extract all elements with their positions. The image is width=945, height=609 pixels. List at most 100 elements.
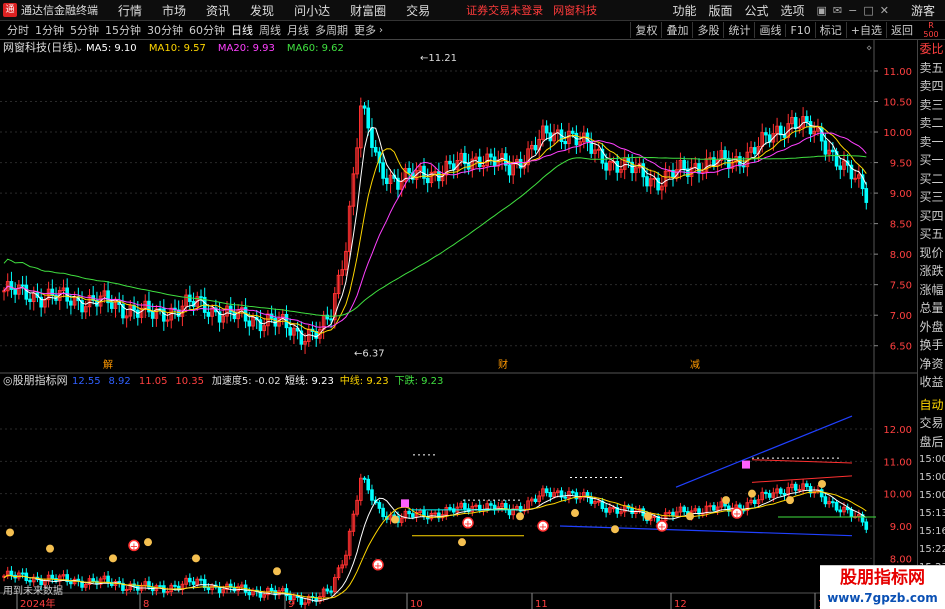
app-logo-icon: 通 — [3, 3, 17, 17]
side-item-4[interactable]: 卖二 — [918, 114, 945, 133]
side-item-9[interactable]: 买四 — [918, 207, 945, 226]
hand-signal-icon — [192, 554, 200, 563]
tool-duogu[interactable]: 多股 — [692, 22, 723, 38]
tool-fanhui[interactable]: 返回 — [886, 22, 917, 38]
tool-zixuan[interactable]: +自选 — [845, 22, 886, 38]
candle-body — [13, 288, 17, 295]
chevron-right-icon[interactable]: › — [379, 25, 383, 36]
indicator-value-1: 8.92 — [109, 376, 131, 387]
period-tab-weekly[interactable]: 周线 — [256, 22, 284, 38]
candle-body — [533, 144, 538, 151]
candle-body — [381, 162, 385, 179]
menu-zixun[interactable]: 资讯 — [206, 2, 230, 19]
period-tab-15min[interactable]: 15分钟 — [102, 22, 144, 38]
buy-signal-glyph: + — [130, 541, 138, 552]
close-icon[interactable]: ✕ — [880, 4, 889, 17]
minimize-icon[interactable]: − — [848, 4, 857, 17]
tool-tongji[interactable]: 统计 — [723, 22, 754, 38]
side-item-0[interactable]: 委比 — [918, 40, 945, 59]
menu-hangqing[interactable]: 行情 — [118, 2, 142, 19]
side-item-5[interactable]: 卖一 — [918, 133, 945, 152]
ma-legend-1: MA10: 9.57 — [149, 43, 206, 54]
candle-body — [570, 130, 575, 134]
side-item-2[interactable]: 卖四 — [918, 77, 945, 96]
ind-candle-body — [407, 510, 411, 515]
ind-candle-body — [173, 584, 177, 587]
indicator-value-3: 10.35 — [175, 376, 204, 387]
side-bottom-1[interactable]: 交易 — [918, 414, 945, 433]
candle-body — [793, 116, 798, 129]
trading-terminal-window: 通 通达信金融终端 行情 市场 资讯 发现 问小达 财富圈 交易 证券交易未登录… — [0, 0, 945, 609]
ind-candle-body — [411, 513, 415, 518]
trade-time-5: 15:22 — [919, 544, 945, 555]
period-tab-fenshi[interactable]: 分时 — [4, 22, 32, 38]
menu-gongneng[interactable]: 功能 — [672, 2, 696, 19]
side-item-1[interactable]: 卖五 — [918, 59, 945, 78]
period-tab-60min[interactable]: 60分钟 — [186, 22, 228, 38]
side-item-7[interactable]: 买二 — [918, 170, 945, 189]
candle-body — [831, 149, 835, 153]
period-tab-monthly[interactable]: 月线 — [284, 22, 312, 38]
ind-candle-body — [797, 488, 802, 491]
hand-signal-icon — [516, 512, 524, 521]
login-warning[interactable]: 证券交易未登录 — [466, 2, 543, 18]
side-item-17[interactable]: 净资 — [918, 355, 945, 374]
guest-label[interactable]: 游客 — [911, 2, 935, 19]
menu-jiaoyi[interactable]: 交易 — [406, 2, 430, 19]
tile-icon[interactable]: ▣ — [817, 4, 827, 17]
candle-body — [741, 165, 746, 168]
x-tick-label: 2024年 — [20, 597, 55, 609]
tool-biaoji[interactable]: 标记 — [814, 22, 846, 38]
side-item-12[interactable]: 涨跌 — [918, 262, 945, 281]
menu-shichang[interactable]: 市场 — [162, 2, 186, 19]
ind-candle-body — [158, 585, 162, 588]
side-bottom-0[interactable]: 自动 — [918, 396, 945, 415]
menu-banmian[interactable]: 版面 — [708, 2, 732, 19]
sell-signal-icon — [401, 499, 409, 508]
menu-faxian[interactable]: 发现 — [250, 2, 274, 19]
period-tab-30min[interactable]: 30分钟 — [144, 22, 186, 38]
side-item-15[interactable]: 外盘 — [918, 318, 945, 337]
level-badge[interactable]: R 500 — [917, 21, 945, 40]
quote-side-panel: 委比 卖五 卖四 卖三 卖二 卖一 买一 买二 买三 买四 买五 现价 涨跌 涨幅 总量 外盘 换手 净资 收益自动… — [917, 40, 945, 609]
indicator-value-4: 加速度5: -0.02 — [212, 374, 281, 387]
maximize-icon[interactable]: □ — [863, 4, 873, 17]
tool-f10[interactable]: F10 — [785, 23, 814, 37]
menu-caifuquan[interactable]: 财富圈 — [350, 2, 386, 19]
candle-body — [563, 141, 568, 145]
tool-diejia[interactable]: 叠加 — [661, 22, 692, 38]
side-item-6[interactable]: 买一 — [918, 151, 945, 170]
period-tab-multi[interactable]: 多周期 — [312, 22, 351, 38]
side-item-11[interactable]: 现价 — [918, 244, 945, 263]
ind-candle-body — [106, 575, 110, 583]
hand-signal-icon — [46, 544, 54, 553]
ind-candle-body — [823, 496, 828, 505]
menu-wenxiaoda[interactable]: 问小达 — [294, 2, 330, 19]
period-tab-5min[interactable]: 5分钟 — [67, 22, 102, 38]
ind-y-tick-label: 11.00 — [883, 457, 912, 468]
candle-body — [477, 156, 482, 168]
ind-candle-body — [206, 587, 211, 591]
hand-signal-icon — [458, 538, 466, 547]
mail-icon[interactable]: ✉ — [833, 4, 842, 17]
candle-body — [366, 107, 371, 129]
menu-gongshi[interactable]: 公式 — [744, 2, 768, 19]
side-item-16[interactable]: 换手 — [918, 336, 945, 355]
side-item-10[interactable]: 买五 — [918, 225, 945, 244]
side-item-3[interactable]: 卖三 — [918, 96, 945, 115]
side-item-14[interactable]: 总量 — [918, 299, 945, 318]
x-tick-label: 12 — [674, 599, 687, 609]
menu-xuanxiang[interactable]: 选项 — [781, 2, 805, 19]
ind-candle-body — [433, 512, 437, 515]
kline-chart[interactable]: + + + + + + 11.00 10.50 10.00 9.50 9.00 8.50 8.00 7.… — [0, 40, 917, 609]
side-item-18[interactable]: 收益 — [918, 373, 945, 392]
tool-huaxian[interactable]: 画线 — [754, 22, 785, 38]
tool-fuquan[interactable]: 复权 — [630, 22, 661, 38]
candle-body — [50, 288, 55, 296]
period-tab-more[interactable]: 更多 — [351, 22, 379, 38]
side-bottom-2[interactable]: 盘后 — [918, 433, 945, 452]
side-item-13[interactable]: 涨幅 — [918, 281, 945, 300]
period-tab-1min[interactable]: 1分钟 — [32, 22, 67, 38]
period-tab-daily[interactable]: 日线 — [228, 22, 256, 38]
side-item-8[interactable]: 买三 — [918, 188, 945, 207]
